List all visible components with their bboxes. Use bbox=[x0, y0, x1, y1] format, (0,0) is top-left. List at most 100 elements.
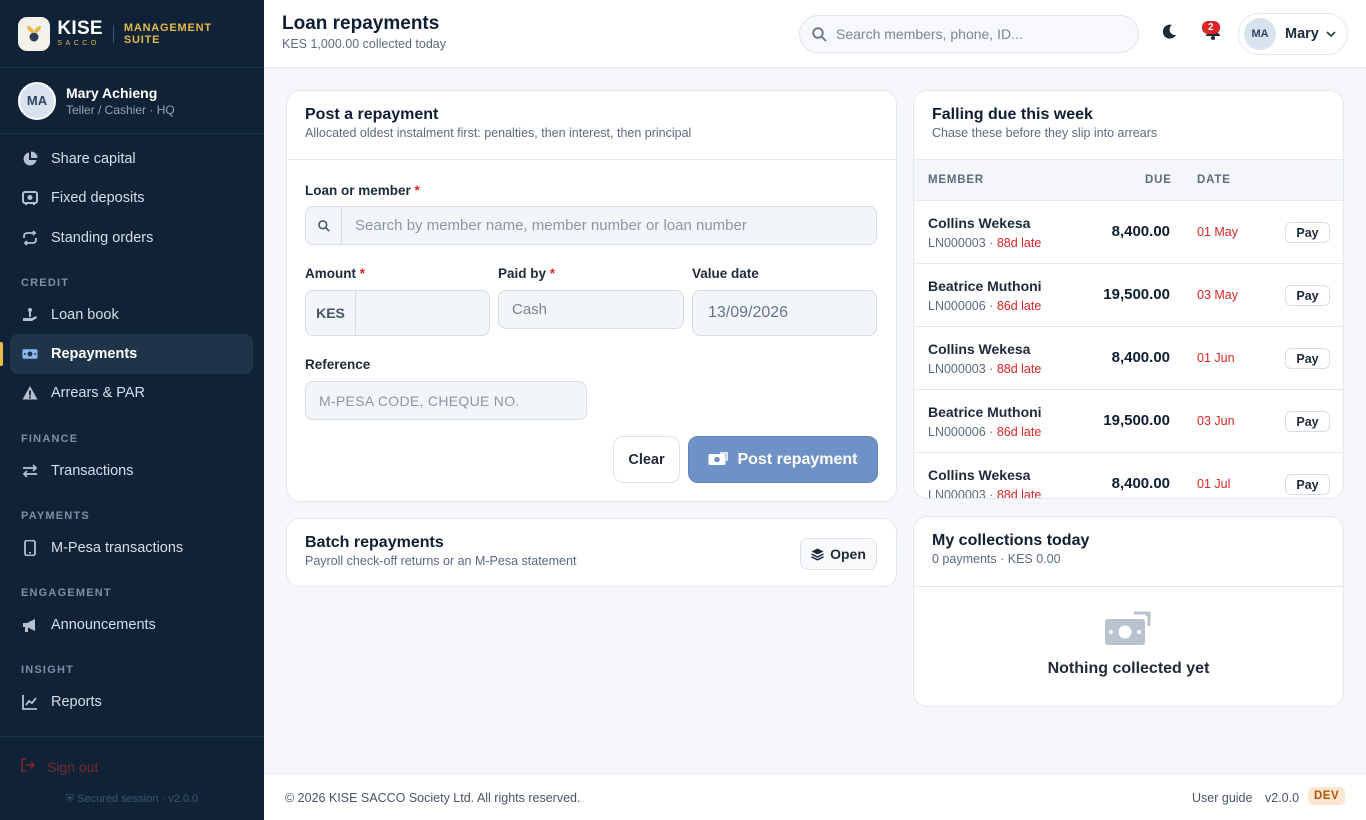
loan-number: LN000006 · bbox=[928, 425, 997, 439]
open-label: Open bbox=[830, 546, 866, 562]
my-collections-card: My collections today 0 payments · KES 0.… bbox=[913, 516, 1344, 707]
empty-state-text: Nothing collected yet bbox=[1047, 660, 1210, 677]
moon-icon[interactable] bbox=[1161, 24, 1177, 45]
mobile-icon bbox=[22, 540, 38, 556]
profile-role: Teller / Cashier · HQ bbox=[66, 102, 175, 117]
card-title: Falling due this week bbox=[932, 106, 1093, 123]
member-label-text: Loan or member bbox=[305, 183, 411, 198]
sidebar-item-label: Repayments bbox=[51, 346, 138, 362]
loan-info: LN000003 · 88d late bbox=[928, 488, 1041, 499]
amount-field[interactable]: KES bbox=[305, 290, 490, 336]
notification-badge[interactable]: 2 bbox=[1202, 21, 1220, 34]
required-mark: * bbox=[414, 183, 420, 198]
chevron-down-icon bbox=[1326, 30, 1336, 38]
clear-button[interactable]: Clear bbox=[613, 436, 680, 483]
profile-name: Mary Achieng bbox=[66, 84, 158, 101]
batch-repayments-card: Batch repayments Payroll check-off retur… bbox=[286, 518, 897, 587]
table-row: Collins Wekesa LN000003 · 88d late 8,400… bbox=[914, 201, 1343, 264]
due-amount: 8,400.00 bbox=[1111, 475, 1170, 492]
section-payments: PAYMENTS bbox=[21, 510, 90, 522]
due-amount: 19,500.00 bbox=[1103, 412, 1170, 429]
search-icon bbox=[812, 26, 827, 42]
due-this-week-card: Falling due this week Chase these before… bbox=[913, 90, 1344, 499]
sidebar-item-standing-orders[interactable]: Standing orders bbox=[10, 218, 253, 258]
sidebar-item-mpesa[interactable]: M-Pesa transactions bbox=[10, 528, 253, 568]
search-icon bbox=[306, 207, 342, 244]
value-date-field[interactable]: 13/09/2026 bbox=[692, 290, 877, 336]
sidebar-item-reports[interactable]: Reports bbox=[10, 682, 253, 722]
sidebar-item-arrears[interactable]: Arrears & PAR bbox=[10, 373, 253, 413]
late-badge: 86d late bbox=[996, 425, 1042, 439]
post-repayment-card: Post a repayment Allocated oldest instal… bbox=[286, 90, 897, 502]
currency-prefix: KES bbox=[306, 291, 356, 335]
global-search[interactable] bbox=[799, 15, 1139, 53]
amount-label-text: Amount bbox=[305, 266, 356, 281]
sidebar-item-repayments[interactable]: Repayments bbox=[10, 334, 253, 374]
search-input[interactable] bbox=[836, 26, 1126, 42]
loan-number: LN000003 · bbox=[928, 488, 997, 499]
pay-button[interactable]: Pay bbox=[1285, 222, 1330, 243]
due-date: 01 May bbox=[1197, 225, 1238, 239]
signout-label: Sign out bbox=[47, 758, 99, 775]
required-mark: * bbox=[359, 266, 366, 281]
value-date-value: 13/09/2026 bbox=[708, 304, 789, 321]
avatar: MA bbox=[1244, 18, 1276, 50]
pay-button[interactable]: Pay bbox=[1285, 285, 1330, 306]
version-label: v2.0.0 bbox=[1265, 791, 1300, 805]
brand-divider bbox=[112, 24, 114, 43]
reference-input[interactable]: M-PESA CODE, CHEQUE NO. bbox=[319, 393, 520, 409]
column-member: MEMBER bbox=[928, 174, 984, 186]
post-repayment-button[interactable]: Post repayment bbox=[688, 436, 878, 483]
member-label: Loan or member * bbox=[305, 183, 420, 198]
pie-chart-icon bbox=[22, 151, 38, 167]
user-guide-link[interactable]: User guide bbox=[1192, 791, 1252, 805]
loan-number: LN000003 · bbox=[928, 362, 997, 376]
safe-icon bbox=[22, 190, 38, 206]
brand: KISE SACCO MANAGEMENT SUITE bbox=[0, 0, 264, 68]
money-transfer-icon bbox=[1104, 611, 1152, 654]
page-title: Loan repayments bbox=[282, 13, 440, 34]
loan-info: LN000003 · 88d late bbox=[928, 236, 1041, 250]
divider bbox=[287, 159, 896, 160]
reference-field[interactable]: M-PESA CODE, CHEQUE NO. bbox=[305, 381, 587, 420]
member-name: Collins Wekesa bbox=[928, 215, 1031, 231]
sprout-icon bbox=[27, 25, 42, 41]
card-subtitle: Chase these before they slip into arrear… bbox=[932, 126, 1158, 140]
table-header: MEMBER DUE DATE bbox=[914, 159, 1343, 201]
pay-button[interactable]: Pay bbox=[1285, 411, 1330, 432]
kise-logo[interactable] bbox=[18, 16, 51, 51]
page-subtitle: KES 1,000.00 collected today bbox=[282, 37, 447, 51]
member-search-input[interactable]: Search by member name, member number or … bbox=[342, 217, 747, 234]
required-mark: * bbox=[549, 266, 556, 281]
card-title: My collections today bbox=[932, 532, 1090, 549]
open-batch-button[interactable]: Open bbox=[800, 538, 877, 570]
sidebar-item-announcements[interactable]: Announcements bbox=[10, 605, 253, 645]
sidebar-item-label: Reports bbox=[51, 694, 102, 710]
paid-by-value: Cash bbox=[512, 301, 548, 318]
sidebar-item-share-capital[interactable]: Share capital bbox=[10, 139, 253, 179]
table-row: Collins Wekesa LN000003 · 88d late 8,400… bbox=[914, 327, 1343, 390]
hand-coins-icon bbox=[22, 307, 38, 323]
table-row: Beatrice Muthoni LN000006 · 86d late 19,… bbox=[914, 390, 1343, 453]
user-menu[interactable]: MA Mary bbox=[1238, 13, 1348, 55]
sidebar-item-fixed-deposits[interactable]: Fixed deposits bbox=[10, 178, 253, 218]
session-info: ⛨ Secured session · v2.0.0 bbox=[0, 793, 264, 806]
paid-by-select[interactable]: Cash bbox=[498, 290, 684, 329]
member-search-field[interactable]: Search by member name, member number or … bbox=[305, 206, 877, 245]
pay-button[interactable]: Pay bbox=[1285, 348, 1330, 369]
sidebar-item-transactions[interactable]: Transactions bbox=[10, 451, 253, 491]
section-insight: INSIGHT bbox=[21, 664, 75, 676]
late-badge: 88d late bbox=[996, 362, 1042, 376]
card-subtitle: Payroll check-off returns or an M-Pesa s… bbox=[305, 554, 577, 568]
sidebar-item-loan-book[interactable]: Loan book bbox=[10, 295, 253, 335]
sidebar-item-label: Standing orders bbox=[51, 230, 154, 246]
section-engagement: ENGAGEMENT bbox=[21, 587, 112, 599]
sidebar-item-label: Share capital bbox=[51, 151, 136, 167]
layers-icon bbox=[811, 548, 824, 561]
avatar: MA bbox=[18, 81, 56, 120]
pay-button[interactable]: Pay bbox=[1285, 474, 1330, 495]
post-button-label: Post repayment bbox=[737, 450, 858, 468]
signout-button[interactable]: Sign out bbox=[21, 758, 98, 775]
logout-icon bbox=[21, 758, 36, 775]
session-label: Secured session · v2.0.0 bbox=[77, 793, 199, 805]
